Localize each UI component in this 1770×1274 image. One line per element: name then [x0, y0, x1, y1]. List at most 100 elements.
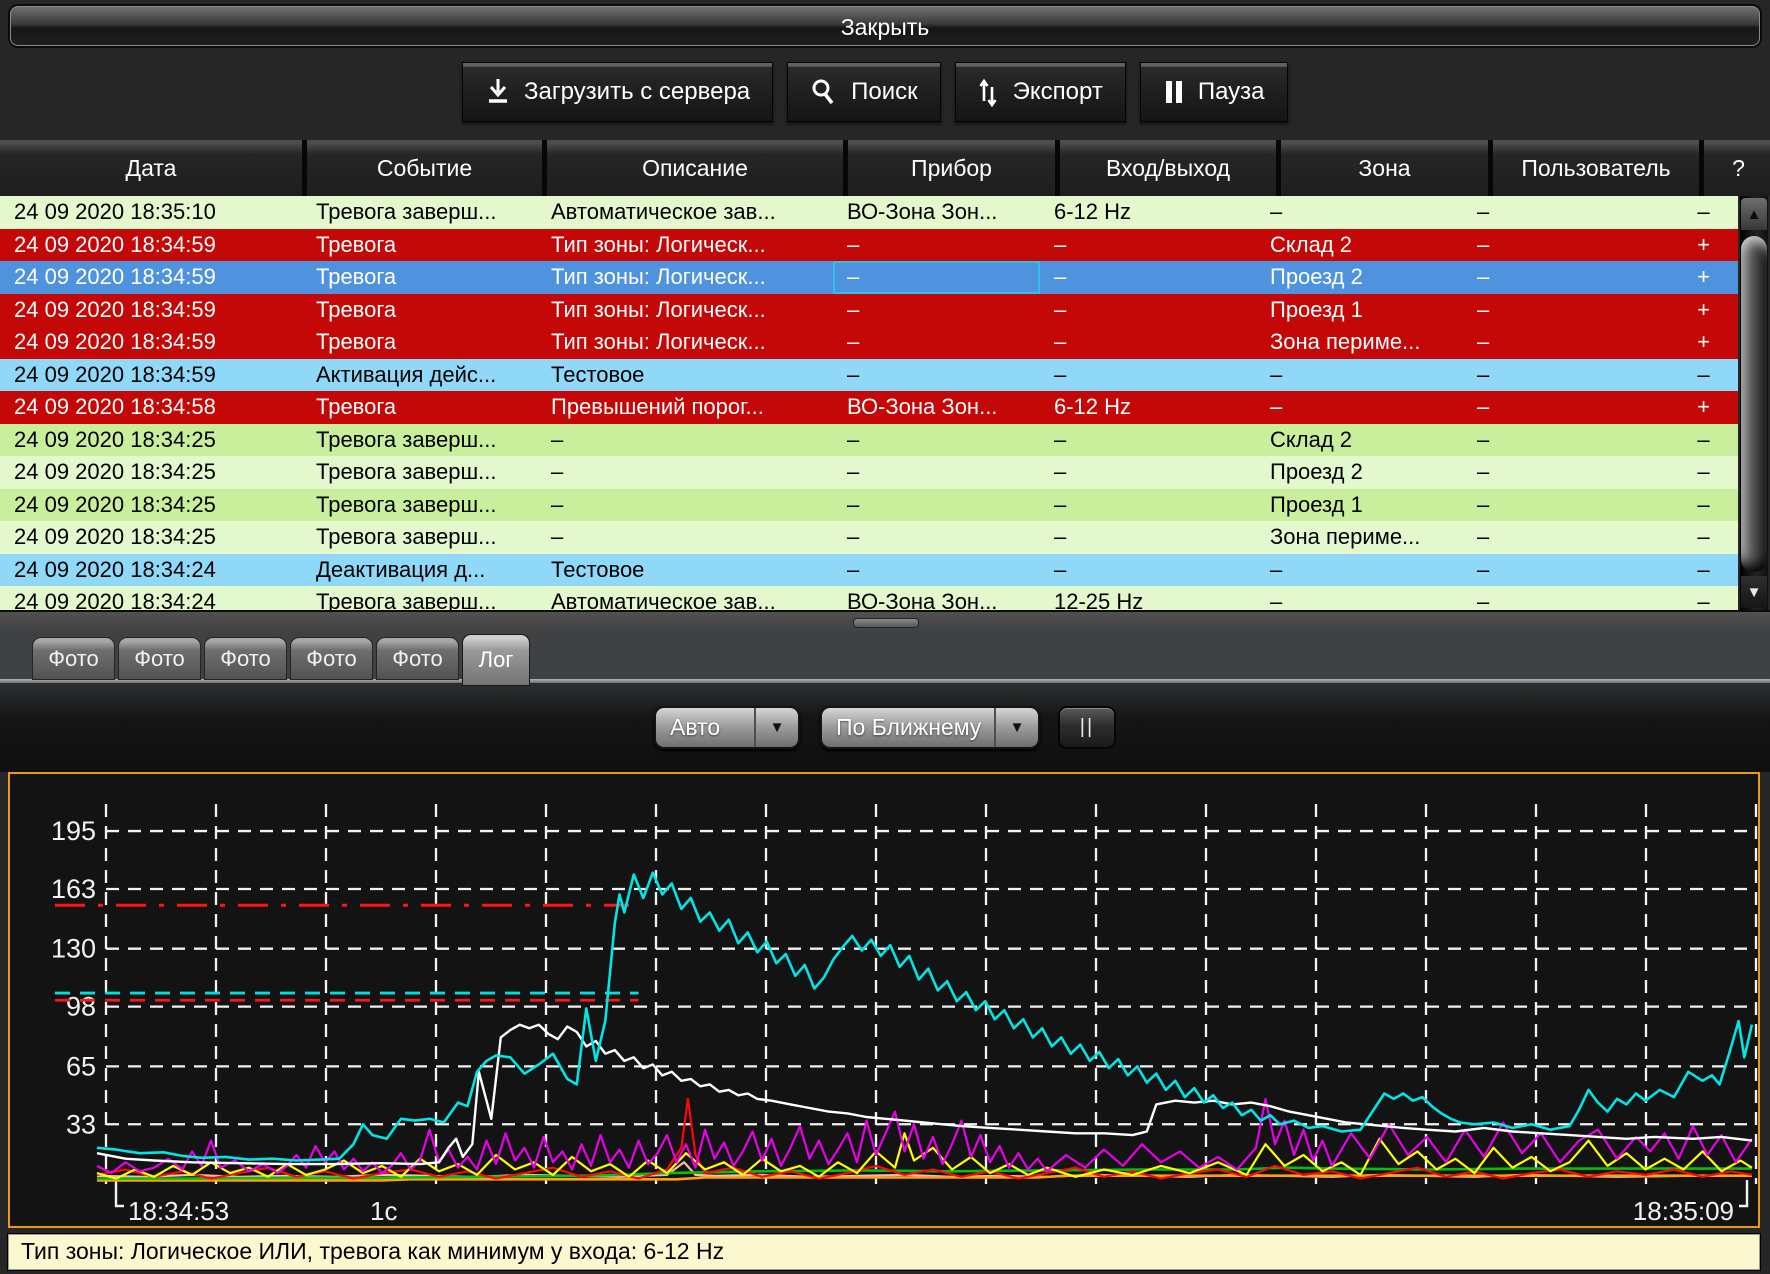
series-channel-white	[97, 1025, 1752, 1164]
search-button[interactable]: Поиск	[787, 62, 941, 122]
column-header-6[interactable]: Зона	[1281, 140, 1488, 196]
table-cell: 24 09 2020 18:35:10	[0, 196, 302, 229]
tab-log[interactable]: Лог	[462, 634, 530, 686]
table-cell: 24 09 2020 18:34:25	[0, 521, 302, 554]
splitter[interactable]	[0, 610, 1770, 632]
table-cell: –	[1463, 489, 1669, 522]
table-cell: ВО-Зона Зон...	[833, 391, 1040, 424]
button-label: Экспорт	[1013, 78, 1103, 106]
pause-button[interactable]: Пауза	[1140, 62, 1288, 122]
table-cell: Превышений порог...	[537, 391, 833, 424]
table-cell: –	[537, 489, 833, 522]
table-cell: Тестовое	[537, 554, 833, 587]
tab-foto-1[interactable]: Фото	[32, 637, 115, 680]
column-header-3[interactable]: Описание	[547, 140, 843, 196]
table-cell: –	[833, 229, 1040, 262]
export-button[interactable]: Экспорт	[955, 62, 1126, 122]
table-cell: Тревога	[302, 326, 537, 359]
table-row[interactable]: 24 09 2020 18:34:25Тревога заверш...–––З…	[0, 521, 1738, 554]
y-axis-tick-label: 130	[51, 934, 96, 964]
table-row[interactable]: 24 09 2020 18:34:24Деактивация д...Тесто…	[0, 554, 1738, 587]
table-cell: Тревога заверш...	[302, 489, 537, 522]
table-cell: Тревога	[302, 294, 537, 327]
table-cell: –	[1040, 326, 1256, 359]
table-row[interactable]: 24 09 2020 18:35:10Тревога заверш...Авто…	[0, 196, 1738, 229]
scrollbar-thumb[interactable]	[1741, 236, 1767, 572]
column-header-5[interactable]: Вход/выход	[1060, 140, 1276, 196]
table-cell: 6-12 Hz	[1040, 196, 1256, 229]
table-row[interactable]: 24 09 2020 18:34:59ТревогаТип зоны: Логи…	[0, 326, 1738, 359]
x-axis-start-label: 18:34:53	[128, 1196, 229, 1226]
table-cell: –	[537, 424, 833, 457]
column-header-7[interactable]: Пользователь	[1493, 140, 1699, 196]
table-cell: –	[1463, 554, 1669, 587]
table-cell: –	[1463, 294, 1669, 327]
table-cell: Проезд 2	[1256, 261, 1463, 294]
table-cell: –	[1463, 229, 1669, 262]
tab-foto-4[interactable]: Фото	[290, 637, 373, 680]
y-axis-tick-label: 33	[66, 1109, 96, 1139]
pause-icon	[1163, 78, 1185, 106]
table-scrollbar[interactable]: ▲ ▼	[1740, 196, 1768, 610]
close-button[interactable]: Закрыть	[10, 6, 1760, 46]
column-header-8[interactable]: ?	[1704, 140, 1770, 196]
table-cell: Тип зоны: Логическ...	[537, 229, 833, 262]
splitter-grip[interactable]	[853, 618, 919, 628]
table-cell: –	[1669, 196, 1738, 229]
chevron-down-icon: ▼	[994, 708, 1038, 747]
button-label: Поиск	[851, 78, 918, 106]
table-row[interactable]: 24 09 2020 18:34:59ТревогаТип зоны: Логи…	[0, 294, 1738, 327]
table-row[interactable]: 24 09 2020 18:34:59ТревогаТип зоны: Логи…	[0, 229, 1738, 262]
combobox-value: Авто	[656, 708, 754, 747]
column-header-1[interactable]: Дата	[0, 140, 302, 196]
scroll-down-button[interactable]: ▼	[1741, 576, 1767, 608]
table-cell: 24 09 2020 18:34:59	[0, 229, 302, 262]
table-row[interactable]: 24 09 2020 18:34:59Активация дейс...Тест…	[0, 359, 1738, 392]
status-bar: Тип зоны: Логическое ИЛИ, тревога как ми…	[8, 1234, 1760, 1270]
table-cell: –	[1040, 521, 1256, 554]
table-cell: Зона периме...	[1256, 521, 1463, 554]
table-cell: Тревога заверш...	[302, 586, 537, 610]
table-cell: –	[1463, 326, 1669, 359]
scale-combobox[interactable]: Авто ▼	[654, 706, 800, 749]
table-cell: –	[1256, 359, 1463, 392]
tab-foto-3[interactable]: Фото	[204, 637, 287, 680]
event-table-body: 24 09 2020 18:35:10Тревога заверш...Авто…	[0, 196, 1738, 610]
toolbar: Загрузить с сервера Поиск Экспорт	[462, 62, 1288, 122]
table-cell: –	[537, 521, 833, 554]
download-icon	[485, 77, 511, 107]
table-cell: –	[1040, 489, 1256, 522]
table-row[interactable]: 24 09 2020 18:34:25Тревога заверш...–––П…	[0, 489, 1738, 522]
mode-combobox[interactable]: По Ближнему ▼	[820, 706, 1040, 749]
table-cell: Проезд 1	[1256, 489, 1463, 522]
column-header-4[interactable]: Прибор	[848, 140, 1055, 196]
table-cell: –	[1256, 586, 1463, 610]
table-cell: –	[833, 261, 1040, 294]
column-header-2[interactable]: Событие	[307, 140, 542, 196]
chart-pause-button[interactable]: ||	[1058, 706, 1116, 749]
table-cell: 24 09 2020 18:34:59	[0, 359, 302, 392]
table-cell: +	[1669, 391, 1738, 424]
table-cell: –	[1256, 196, 1463, 229]
table-row[interactable]: 24 09 2020 18:34:59ТревогаТип зоны: Логи…	[0, 261, 1738, 294]
table-cell: 24 09 2020 18:34:25	[0, 456, 302, 489]
table-cell: –	[1463, 359, 1669, 392]
table-cell: –	[833, 521, 1040, 554]
tab-foto-2[interactable]: Фото	[118, 637, 201, 680]
table-cell: 24 09 2020 18:34:24	[0, 586, 302, 610]
table-row[interactable]: 24 09 2020 18:34:58ТревогаПревышений пор…	[0, 391, 1738, 424]
table-cell: Тип зоны: Логическ...	[537, 326, 833, 359]
table-cell: 24 09 2020 18:34:25	[0, 489, 302, 522]
table-row[interactable]: 24 09 2020 18:34:25Тревога заверш...–––П…	[0, 456, 1738, 489]
load-from-server-button[interactable]: Загрузить с сервера	[462, 62, 773, 122]
scroll-up-button[interactable]: ▲	[1741, 198, 1767, 230]
table-cell: –	[833, 456, 1040, 489]
table-row[interactable]: 24 09 2020 18:34:25Тревога заверш...–––С…	[0, 424, 1738, 457]
table-cell: Активация дейс...	[302, 359, 537, 392]
tab-foto-5[interactable]: Фото	[376, 637, 459, 680]
table-cell: Проезд 1	[1256, 294, 1463, 327]
table-row[interactable]: 24 09 2020 18:34:24Тревога заверш...Авто…	[0, 586, 1738, 610]
table-cell: –	[1040, 261, 1256, 294]
x-axis-start-tick	[116, 1180, 124, 1206]
table-cell: Тестовое	[537, 359, 833, 392]
